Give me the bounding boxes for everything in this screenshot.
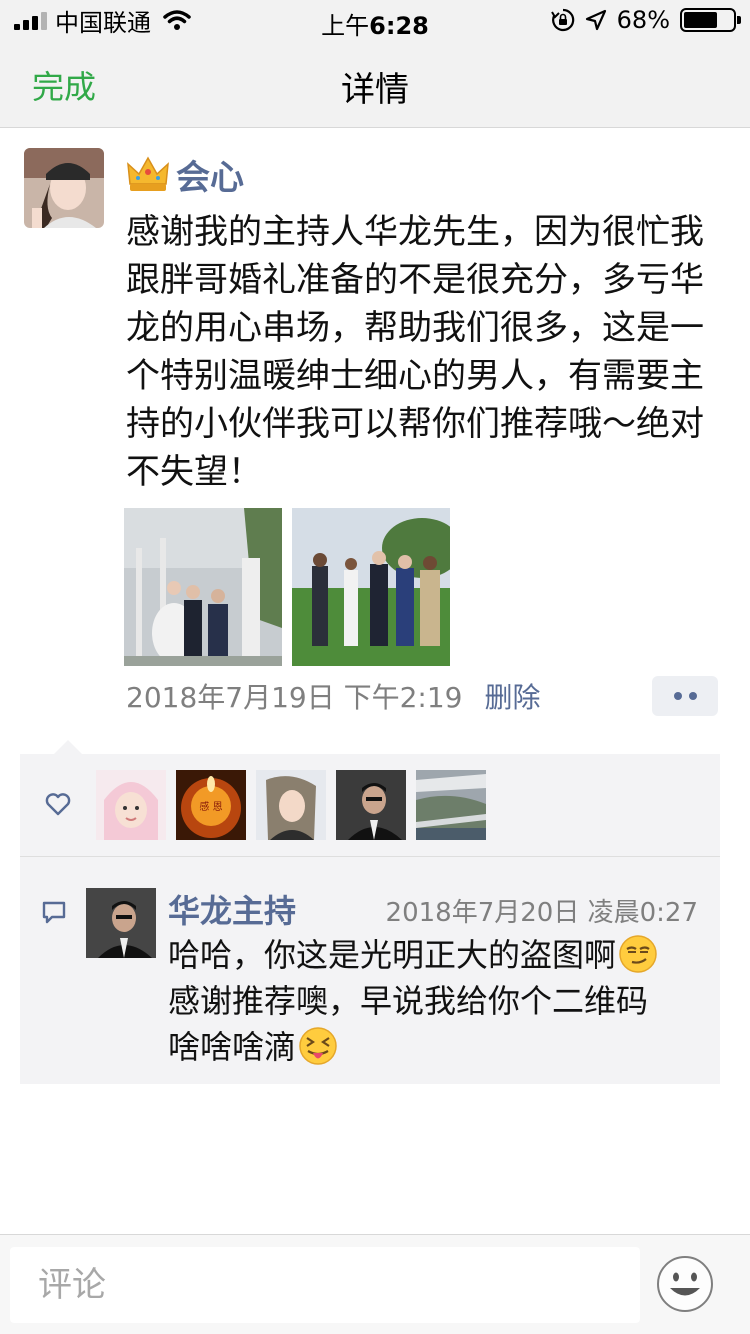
time-prefix: 上午 [321, 12, 370, 40]
post-text: 感谢我的主持人华龙先生，因为很忙我跟胖哥婚礼准备的不是很充分，多亏华龙的用心串场… [126, 212, 704, 492]
comment-icon [42, 901, 66, 924]
commenter-name[interactable]: 华龙主持 [168, 886, 296, 932]
smirk-emoji-icon [619, 935, 657, 973]
comment-line-2: 感谢推荐噢，早说我给你个二维码 [168, 982, 649, 1020]
post-photo-1[interactable] [124, 508, 282, 666]
navigation-bar: 完成 详情 [0, 40, 750, 128]
emoji-icon[interactable] [656, 1255, 714, 1313]
comment-input-bar [0, 1234, 750, 1334]
orientation-lock-icon [550, 8, 574, 32]
post-author[interactable]: 会心 [126, 150, 244, 198]
post-author-name: 会心 [176, 157, 244, 198]
interaction-panel: 感 恩 华龙主持 2018年7月20日 凌晨0:27 哈哈，你这是光明正大的盗图… [20, 740, 720, 1084]
heart-icon [45, 793, 71, 816]
comment-text[interactable]: 哈哈，你这是光明正大的盗图啊 感谢推荐噢，早说我给你个二维码 啥啥啥滴 [168, 932, 708, 1070]
more-actions-button[interactable] [652, 676, 718, 716]
liker-avatar[interactable]: 感 恩 [176, 770, 246, 840]
status-bar: 中国联通 上午6:28 68% [0, 0, 750, 40]
comment-line-1-text: 哈哈，你这是光明正大的盗图啊 [168, 936, 617, 974]
battery-icon [680, 8, 741, 32]
panel-divider [20, 856, 720, 857]
liker-avatar[interactable] [336, 770, 406, 840]
battery-percent: 68% [616, 6, 670, 34]
comment-input[interactable] [10, 1247, 640, 1323]
comment-line-3-text: 啥啥啥滴 [168, 1028, 297, 1066]
post-photo-2[interactable] [292, 508, 450, 666]
status-right: 68% [550, 6, 741, 34]
liker-avatar[interactable] [96, 770, 166, 840]
commenter-avatar[interactable] [86, 888, 156, 958]
post-meta: 2018年7月19日 下午2:19 删除 [126, 676, 541, 716]
comment-line-1: 哈哈，你这是光明正大的盗图啊 [168, 932, 708, 978]
more-dot-icon [688, 692, 697, 700]
candle-text: 感 恩 [199, 800, 222, 813]
delete-button[interactable]: 删除 [484, 676, 540, 716]
page-title: 详情 [341, 70, 409, 110]
more-dot-icon [673, 692, 682, 700]
likes-row: 感 恩 [20, 754, 720, 856]
author-avatar[interactable] [24, 148, 104, 228]
tongue-out-emoji-icon [299, 1027, 337, 1065]
comment-line-3: 啥啥啥滴 [168, 1024, 708, 1070]
panel-arrow [54, 740, 82, 754]
location-icon [585, 9, 606, 31]
comment-time: 2018年7月20日 凌晨0:27 [385, 898, 698, 928]
liker-avatar[interactable] [256, 770, 326, 840]
post-timestamp: 2018年7月19日 下午2:19 [126, 681, 463, 714]
crown-icon [127, 156, 169, 191]
time-value: 6:28 [369, 12, 429, 40]
liker-avatar[interactable] [416, 770, 486, 840]
